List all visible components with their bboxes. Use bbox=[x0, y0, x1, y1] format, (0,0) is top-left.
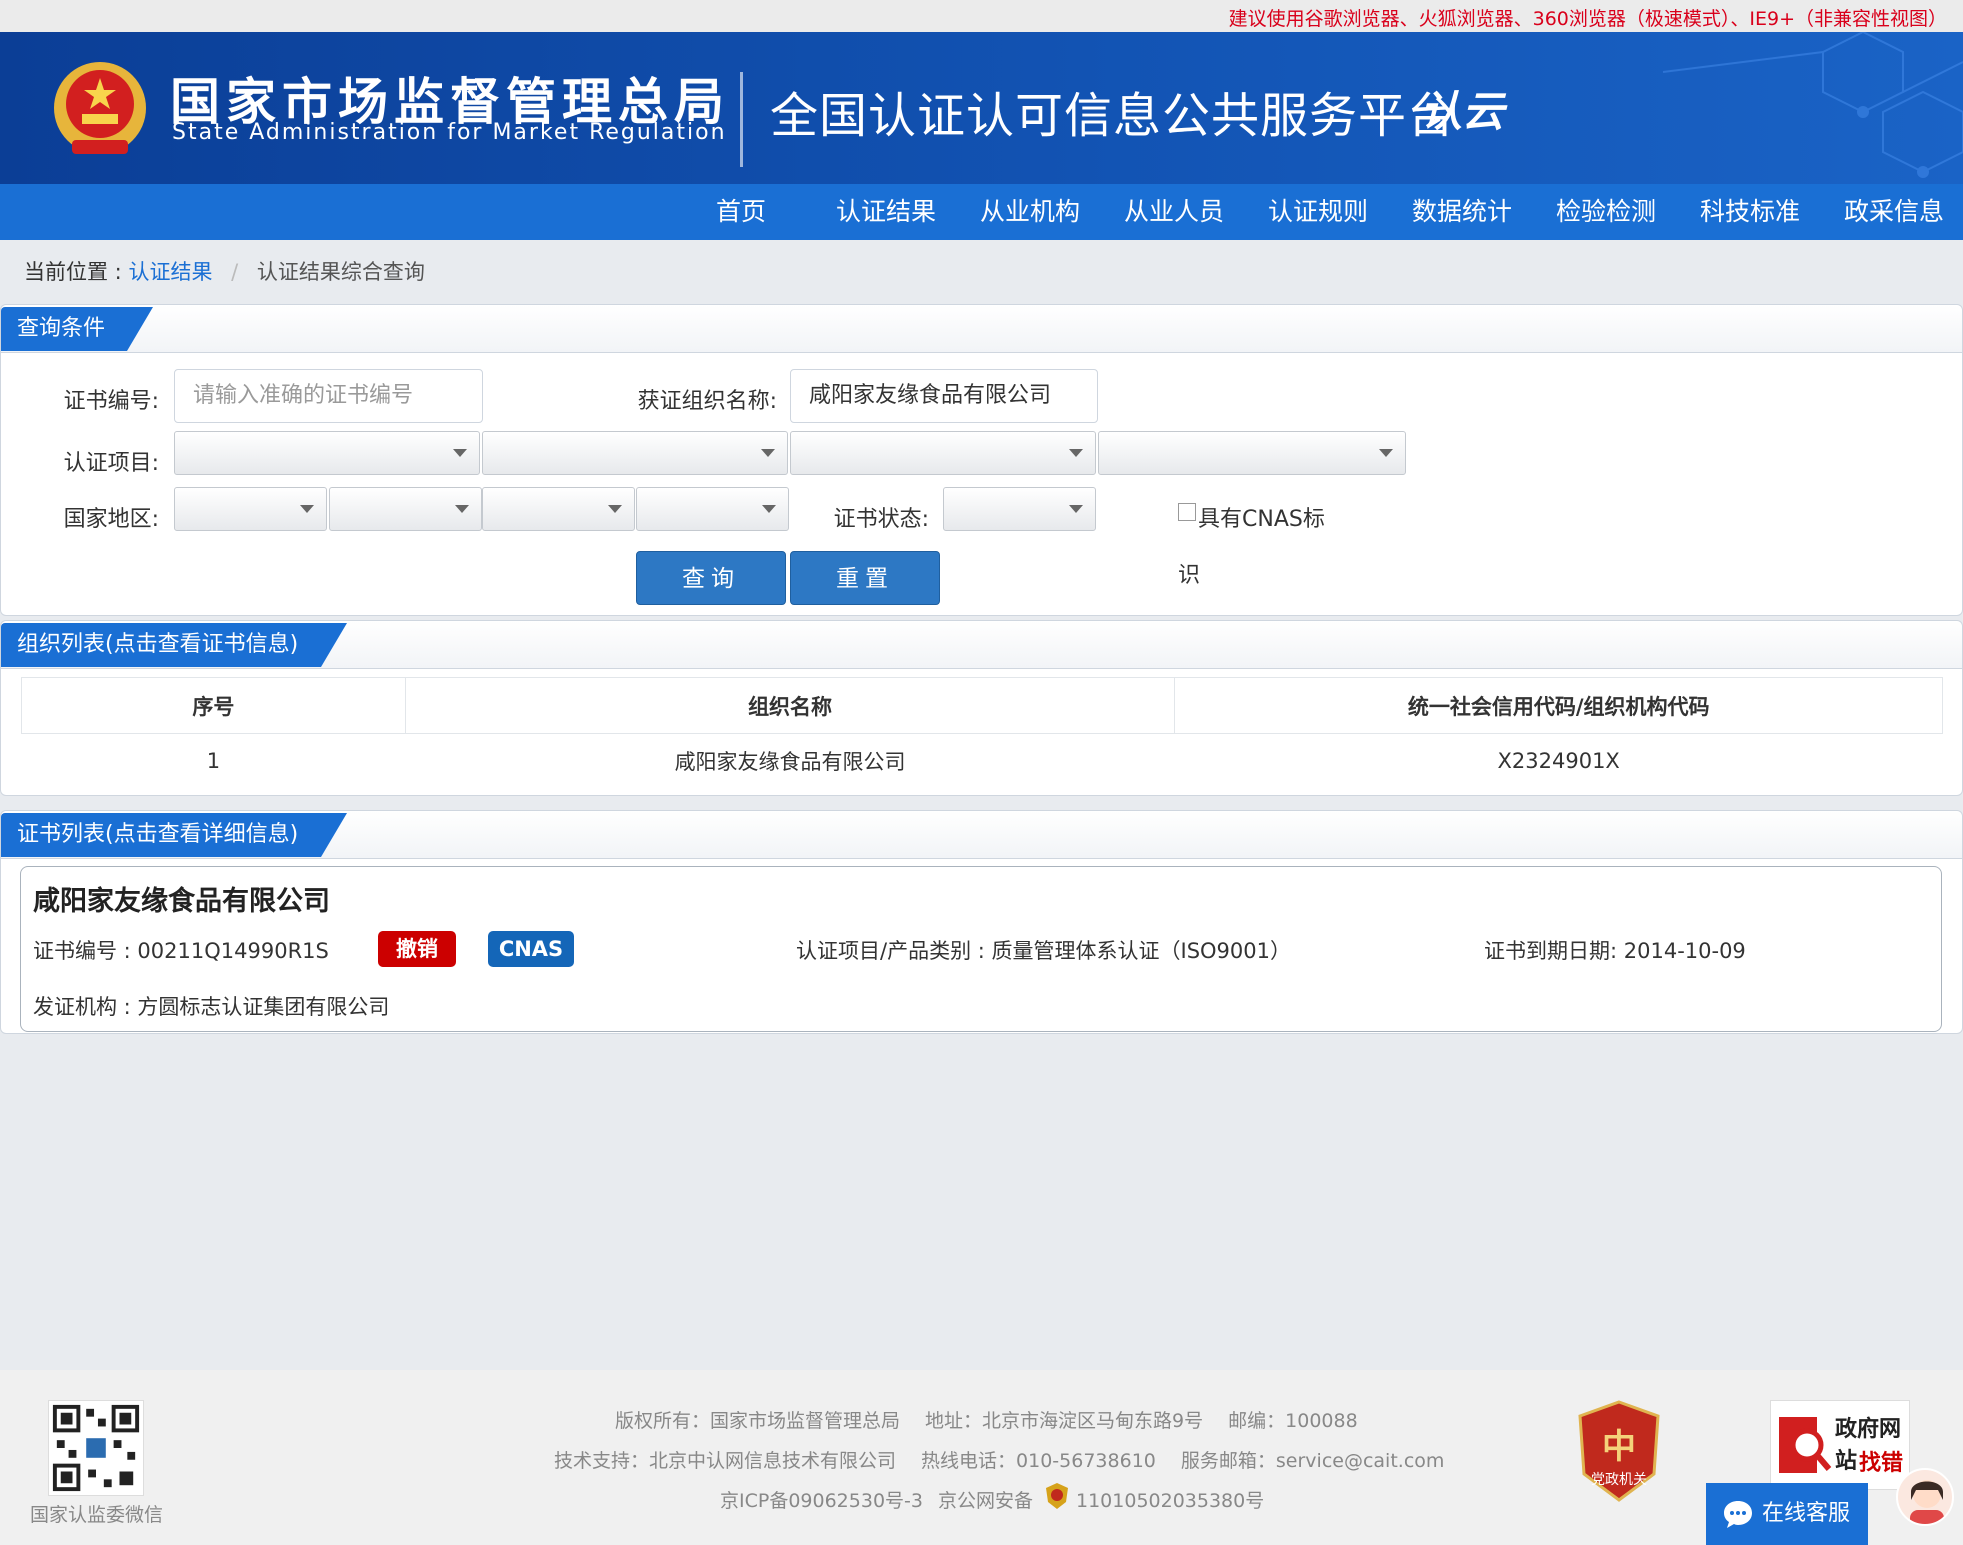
col-org-name: 组织名称 bbox=[404, 677, 1176, 734]
cert-issuer: 发证机构 : 方圆标志认证集团有限公司 bbox=[33, 995, 390, 1019]
breadcrumb-link[interactable]: 认证结果 bbox=[128, 260, 212, 284]
query-panel: 查询条件 证书编号: 请输入准确的证书编号 获证组织名称: 咸阳家友缘食品有限公… bbox=[0, 304, 1963, 616]
browser-notice-bar: 建议使用谷歌浏览器、火狐浏览器、360浏览器（极速模式）、IE9+（非兼容性视图… bbox=[0, 0, 1963, 32]
main-nav: 首页 认证结果 从业机构 从业人员 认证规则 数据统计 检验检测 科技标准 政采… bbox=[0, 184, 1963, 240]
cnas-label-wrap: 识 bbox=[1178, 563, 1201, 588]
breadcrumb-prefix: 当前位置 : bbox=[24, 260, 122, 284]
col-index: 序号 bbox=[21, 677, 406, 734]
party-gov-label: 党政机关 bbox=[1591, 1472, 1647, 1488]
region-select-2[interactable] bbox=[329, 487, 482, 531]
qr-caption: 国家认监委微信 bbox=[30, 1504, 164, 1526]
cert-no-input[interactable]: 请输入准确的证书编号 bbox=[174, 369, 483, 423]
revoked-badge: 撤销 bbox=[378, 931, 456, 967]
site-header: 国家市场监督管理总局 State Administration for Mark… bbox=[0, 32, 1963, 184]
browser-notice: 建议使用谷歌浏览器、火狐浏览器、360浏览器（极速模式）、IE9+（非兼容性视图… bbox=[1228, 8, 1947, 30]
renyun-logo-icon: 认云 bbox=[1420, 87, 1508, 136]
breadcrumb-current: 认证结果综合查询 bbox=[256, 260, 425, 284]
query-tab: 查询条件 bbox=[1, 307, 153, 351]
org-name-input[interactable]: 咸阳家友缘食品有限公司 bbox=[790, 369, 1098, 423]
cert-project: 认证项目/产品类别 : 质量管理体系认证（ISO9001） bbox=[796, 939, 1291, 963]
footer-support: 技术支持：北京中认网信息技术有限公司 热线电话：010-56738610 服务邮… bbox=[554, 1450, 1445, 1472]
region-select-3[interactable] bbox=[482, 487, 635, 531]
cert-list-header: 证书列表(点击查看详细信息) bbox=[1, 811, 1962, 859]
project-select-3[interactable] bbox=[790, 431, 1096, 475]
col-credit-code: 统一社会信用代码/组织机构代码 bbox=[1174, 677, 1943, 734]
footer-icp[interactable]: 京ICP备09062530号-3 bbox=[720, 1486, 923, 1513]
region-select-1[interactable] bbox=[174, 487, 327, 531]
nav-standards[interactable]: 科技标准 bbox=[1700, 184, 1800, 240]
row-org-name[interactable]: 咸阳家友缘食品有限公司 bbox=[405, 734, 1175, 788]
cnas-badge: CNAS bbox=[488, 931, 574, 967]
breadcrumb-separator: / bbox=[231, 260, 239, 284]
chevron-down-icon bbox=[300, 505, 314, 513]
org-list-header: 组织列表(点击查看证书信息) bbox=[1, 621, 1962, 669]
wechat-qr-icon bbox=[48, 1400, 144, 1496]
national-emblem-icon bbox=[54, 62, 146, 154]
cert-no-label: 证书编号: bbox=[63, 389, 159, 414]
footer-police-label[interactable]: 京公网安备 bbox=[938, 1486, 1033, 1513]
footer-copyright: 版权所有：国家市场监督管理总局 地址：北京市海淀区马甸东路9号 邮编：10008… bbox=[615, 1410, 1358, 1432]
org-name-en: State Administration for Market Regulati… bbox=[172, 120, 727, 145]
project-label: 认证项目: bbox=[63, 451, 159, 476]
row-credit-code: X2324901X bbox=[1497, 748, 1620, 773]
svg-text:中: 中 bbox=[1602, 1427, 1636, 1467]
table-row[interactable]: 1 咸阳家友缘食品有限公司 X2324901X bbox=[22, 734, 1943, 788]
platform-title: 全国认证认可信息公共服务平台 bbox=[770, 88, 1457, 144]
region-select-4[interactable] bbox=[636, 487, 789, 531]
region-label: 国家地区: bbox=[63, 507, 159, 532]
search-button[interactable]: 查询 bbox=[636, 551, 786, 605]
breadcrumb: 当前位置 : 认证结果 / 认证结果综合查询 bbox=[24, 256, 425, 286]
chat-bubble-icon bbox=[1724, 1501, 1752, 1528]
chevron-down-icon bbox=[1379, 449, 1393, 457]
party-gov-icon[interactable]: 中 党政机关 bbox=[1576, 1400, 1662, 1504]
project-select-2[interactable] bbox=[482, 431, 788, 475]
status-label: 证书状态: bbox=[833, 507, 929, 532]
org-name-label: 获证组织名称: bbox=[637, 389, 777, 414]
nav-procurement[interactable]: 政采信息 bbox=[1844, 184, 1944, 240]
chevron-down-icon bbox=[455, 505, 469, 513]
chevron-down-icon bbox=[608, 505, 622, 513]
magnifier-icon bbox=[1779, 1417, 1832, 1473]
find-error-label: 找错 bbox=[1859, 1451, 1904, 1476]
renyun-logo-text: 认云 bbox=[1420, 87, 1508, 136]
cert-expiry: 证书到期日期: 2014-10-09 bbox=[1484, 939, 1746, 963]
nav-practitioners[interactable]: 从业人员 bbox=[1124, 184, 1224, 240]
org-list-panel: 组织列表(点击查看证书信息) 序号 组织名称 统一社会信用代码/组织机构代码 1… bbox=[0, 620, 1963, 796]
project-select-4[interactable] bbox=[1098, 431, 1406, 475]
nav-institutions[interactable]: 从业机构 bbox=[980, 184, 1080, 240]
nav-statistics[interactable]: 数据统计 bbox=[1412, 184, 1512, 240]
chevron-down-icon bbox=[1069, 505, 1083, 513]
nav-inspection[interactable]: 检验检测 bbox=[1556, 184, 1656, 240]
chevron-down-icon bbox=[1069, 449, 1083, 457]
service-avatar[interactable] bbox=[1896, 1468, 1954, 1526]
cert-org-name[interactable]: 咸阳家友缘食品有限公司 bbox=[33, 879, 330, 918]
query-panel-header: 查询条件 bbox=[1, 305, 1962, 353]
row-index: 1 bbox=[206, 748, 221, 773]
cert-list-tab: 证书列表(点击查看详细信息) bbox=[1, 813, 347, 857]
org-list-tab: 组织列表(点击查看证书信息) bbox=[1, 623, 347, 667]
online-service-label: 在线客服 bbox=[1762, 1501, 1851, 1526]
footer-police-no[interactable]: 11010502035380号 bbox=[1076, 1486, 1264, 1513]
chevron-down-icon bbox=[453, 449, 467, 457]
header-divider bbox=[740, 72, 743, 167]
online-service-button[interactable]: 在线客服 bbox=[1706, 1483, 1868, 1545]
cert-number: 证书编号 : 00211Q14990R1S bbox=[33, 939, 329, 963]
cnas-checkbox[interactable] bbox=[1178, 503, 1196, 521]
cnas-label: 具有CNAS标 bbox=[1198, 507, 1325, 532]
project-select-1[interactable] bbox=[174, 431, 480, 475]
gov-error-report[interactable]: 政府网站 找错 bbox=[1770, 1400, 1910, 1490]
cert-card[interactable]: 咸阳家友缘食品有限公司 证书编号 : 00211Q14990R1S 撤销 CNA… bbox=[20, 866, 1942, 1032]
chevron-down-icon bbox=[762, 505, 776, 513]
chevron-down-icon bbox=[761, 449, 775, 457]
org-table: 序号 组织名称 统一社会信用代码/组织机构代码 1 咸阳家友缘食品有限公司 X2… bbox=[21, 677, 1943, 788]
nav-home[interactable]: 首页 bbox=[716, 184, 766, 240]
site-footer: 国家认监委微信 版权所有：国家市场监督管理总局 地址：北京市海淀区马甸东路9号 … bbox=[0, 1370, 1963, 1545]
nav-cert-results[interactable]: 认证结果 bbox=[836, 184, 936, 240]
reset-button[interactable]: 重置 bbox=[790, 551, 940, 605]
police-badge-icon bbox=[1046, 1483, 1068, 1509]
status-select[interactable] bbox=[943, 487, 1096, 531]
nav-cert-rules[interactable]: 认证规则 bbox=[1268, 184, 1368, 240]
